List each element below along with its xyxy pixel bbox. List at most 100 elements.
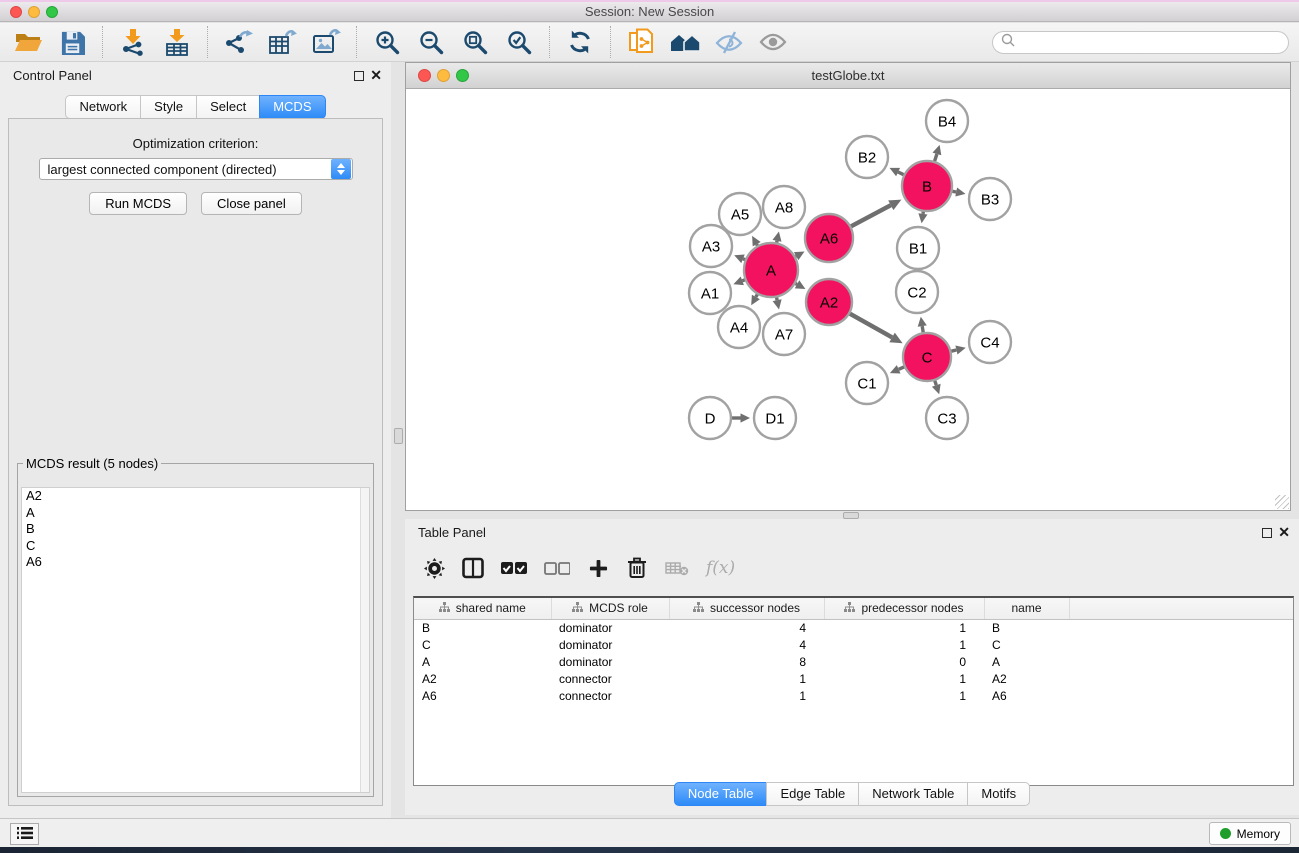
export-network-button[interactable] xyxy=(220,26,256,58)
node-A1[interactable]: A1 xyxy=(689,272,731,314)
edge-C-C3[interactable] xyxy=(932,381,941,394)
table-row[interactable]: Adominator80A xyxy=(414,653,1293,670)
first-neighbors-button[interactable] xyxy=(667,26,703,58)
tab-network-table[interactable]: Network Table xyxy=(858,782,968,806)
split-panel-button[interactable] xyxy=(462,553,484,583)
run-mcds-button[interactable]: Run MCDS xyxy=(89,192,187,215)
node-A6[interactable]: A6 xyxy=(805,214,853,262)
deselect-all-rows-button[interactable] xyxy=(544,553,570,583)
edge-A-A4[interactable] xyxy=(751,294,760,305)
horizontal-splitter-handle[interactable] xyxy=(843,512,859,519)
edge-C-C2[interactable] xyxy=(918,317,927,333)
node-A3[interactable]: A3 xyxy=(690,225,732,267)
tab-edge-table[interactable]: Edge Table xyxy=(766,782,859,806)
mcds-result-list[interactable]: A2ABCA6 xyxy=(21,487,370,793)
new-network-from-selection-button[interactable] xyxy=(623,26,659,58)
float-table-panel-icon[interactable] xyxy=(1262,528,1272,538)
export-table-button[interactable] xyxy=(264,26,300,58)
table-row[interactable]: Bdominator41B xyxy=(414,619,1293,636)
tab-mcds[interactable]: MCDS xyxy=(259,95,325,119)
mcds-result-item[interactable]: A2 xyxy=(22,488,369,505)
show-all-button[interactable] xyxy=(755,26,791,58)
scrollbar-track[interactable] xyxy=(360,488,369,792)
table-row[interactable]: A6connector11A6 xyxy=(414,687,1293,704)
node-A8[interactable]: A8 xyxy=(763,186,805,228)
node-D1[interactable]: D1 xyxy=(754,397,796,439)
edge-C-C4[interactable] xyxy=(951,346,965,355)
mcds-result-item[interactable]: B xyxy=(22,521,369,538)
node-D[interactable]: D xyxy=(689,397,731,439)
edge-B-B2[interactable] xyxy=(890,168,904,176)
column-header-name[interactable]: name xyxy=(984,598,1069,619)
table-row[interactable]: A2connector11A2 xyxy=(414,670,1293,687)
vertical-splitter-handle[interactable] xyxy=(394,428,403,444)
delete-column-button[interactable] xyxy=(626,553,648,583)
node-C2[interactable]: C2 xyxy=(896,271,938,313)
mcds-result-item[interactable]: C xyxy=(22,538,369,555)
zoom-in-button[interactable] xyxy=(369,26,405,58)
edge-A-A1[interactable] xyxy=(733,277,744,286)
zoom-window-button[interactable] xyxy=(46,6,58,18)
column-header-predecessor-nodes[interactable]: predecessor nodes xyxy=(824,598,984,619)
close-table-panel-icon[interactable]: ✕ xyxy=(1278,524,1290,540)
tab-network[interactable]: Network xyxy=(65,95,141,119)
close-window-button[interactable] xyxy=(10,6,22,18)
node-C4[interactable]: C4 xyxy=(969,321,1011,363)
node-B4[interactable]: B4 xyxy=(926,100,968,142)
edge-A2-C[interactable] xyxy=(850,314,903,344)
node-A5[interactable]: A5 xyxy=(719,193,761,235)
edge-C-C1[interactable] xyxy=(890,365,904,373)
open-session-button[interactable] xyxy=(10,26,46,58)
network-minimize-button[interactable] xyxy=(437,69,450,82)
edge-B-B3[interactable] xyxy=(953,188,966,197)
hide-selected-button[interactable] xyxy=(711,26,747,58)
search-input[interactable] xyxy=(1020,33,1288,52)
edge-A6-B[interactable] xyxy=(851,200,901,227)
float-panel-icon[interactable] xyxy=(354,71,364,81)
node-B1[interactable]: B1 xyxy=(897,227,939,269)
edge-A-A7[interactable] xyxy=(773,297,782,309)
tab-motifs[interactable]: Motifs xyxy=(967,782,1030,806)
edge-A-A3[interactable] xyxy=(734,255,745,264)
export-image-button[interactable] xyxy=(308,26,344,58)
tab-select[interactable]: Select xyxy=(196,95,260,119)
mcds-result-item[interactable]: A6 xyxy=(22,554,369,571)
table-mode-settings-button[interactable] xyxy=(423,553,445,583)
node-C[interactable]: C xyxy=(903,333,951,381)
node-C3[interactable]: C3 xyxy=(926,397,968,439)
edge-D-D1[interactable] xyxy=(732,413,750,422)
tab-style[interactable]: Style xyxy=(140,95,197,119)
node-A2[interactable]: A2 xyxy=(806,279,852,325)
minimize-window-button[interactable] xyxy=(28,6,40,18)
zoom-out-button[interactable] xyxy=(413,26,449,58)
column-header-successor-nodes[interactable]: successor nodes xyxy=(669,598,824,619)
zoom-selected-button[interactable] xyxy=(501,26,537,58)
table-row[interactable]: Cdominator41C xyxy=(414,636,1293,653)
save-session-button[interactable] xyxy=(54,26,90,58)
import-table-button[interactable] xyxy=(159,26,195,58)
mcds-result-item[interactable]: A xyxy=(22,505,369,522)
tab-node-table[interactable]: Node Table xyxy=(674,782,768,806)
close-panel-button[interactable]: Close panel xyxy=(201,192,302,215)
network-canvas[interactable]: B4B2BB3A5A8A6B1A3AA1C2A2A4A7C4CC1C3DD1 xyxy=(406,89,1290,510)
select-all-rows-button[interactable] xyxy=(501,553,527,583)
network-close-button[interactable] xyxy=(418,69,431,82)
column-header-shared-name[interactable]: shared name xyxy=(414,598,551,619)
import-network-button[interactable] xyxy=(115,26,151,58)
node-B3[interactable]: B3 xyxy=(969,178,1011,220)
edge-B-B1[interactable] xyxy=(918,212,927,224)
apply-preferred-layout-button[interactable] xyxy=(562,26,598,58)
column-header-mcds-role[interactable]: MCDS role xyxy=(551,598,669,619)
node-A7[interactable]: A7 xyxy=(763,313,805,355)
node-B2[interactable]: B2 xyxy=(846,136,888,178)
node-B[interactable]: B xyxy=(902,161,952,211)
close-panel-icon[interactable]: ✕ xyxy=(370,67,382,83)
edge-B-B4[interactable] xyxy=(933,145,942,161)
node-A[interactable]: A xyxy=(744,243,798,297)
edge-A-A8[interactable] xyxy=(773,232,782,243)
criterion-dropdown[interactable]: largest connected component (directed) xyxy=(39,158,353,180)
memory-button[interactable]: Memory xyxy=(1209,822,1291,845)
zoom-fit-button[interactable] xyxy=(457,26,493,58)
resize-grip[interactable] xyxy=(1275,495,1289,509)
node-C1[interactable]: C1 xyxy=(846,362,888,404)
